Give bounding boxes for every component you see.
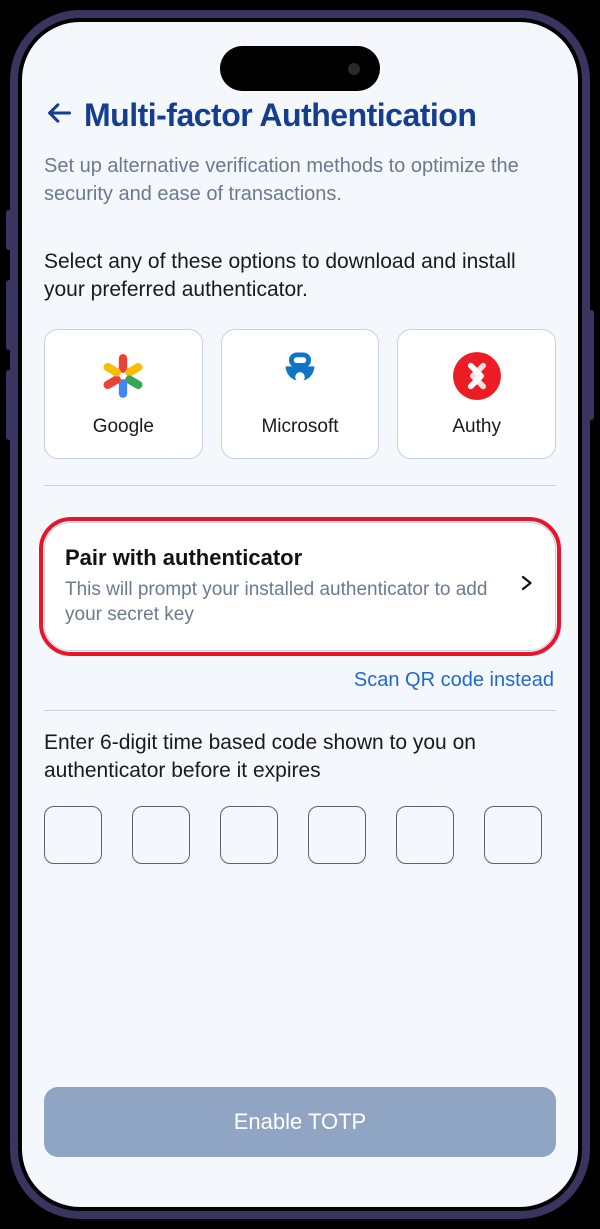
code-digit-input[interactable] [44,806,102,864]
code-digit-input[interactable] [132,806,190,864]
apps-prompt: Select any of these options to download … [44,248,556,305]
enable-totp-button[interactable]: Enable TOTP [44,1087,556,1157]
code-prompt: Enter 6-digit time based code shown to y… [44,729,556,786]
authy-card[interactable]: Authy [397,329,556,459]
google-authenticator-icon [97,350,149,402]
microsoft-authenticator-card[interactable]: Microsoft [221,329,380,459]
power-button [588,310,594,420]
code-digit-input[interactable] [308,806,366,864]
divider [44,485,556,486]
page-title: Multi-factor Authentication [84,97,476,134]
back-arrow-icon[interactable] [44,99,74,132]
divider [44,710,556,711]
google-authenticator-card[interactable]: Google [44,329,203,459]
pair-authenticator-card[interactable]: Pair with authenticator This will prompt… [44,522,556,651]
pair-description: This will prompt your installed authenti… [65,577,505,628]
volume-up-button [6,280,12,350]
authenticator-apps-row: Google Microsoft [44,329,556,459]
code-input-row [44,806,556,864]
app-name-label: Microsoft [261,416,338,438]
authy-icon [451,350,503,402]
chevron-right-icon [517,571,535,602]
app-name-label: Authy [452,416,501,438]
page-subtitle: Set up alternative verification methods … [44,152,556,208]
code-digit-input[interactable] [484,806,542,864]
app-name-label: Google [93,416,154,438]
pair-title: Pair with authenticator [65,545,505,571]
side-button [6,210,12,250]
code-digit-input[interactable] [220,806,278,864]
dynamic-island [220,46,380,91]
microsoft-authenticator-icon [274,350,326,402]
phone-frame: Multi-factor Authentication Set up alter… [10,10,590,1219]
scan-qr-link[interactable]: Scan QR code instead [44,669,554,692]
code-digit-input[interactable] [396,806,454,864]
phone-screen: Multi-factor Authentication Set up alter… [18,18,582,1211]
volume-down-button [6,370,12,440]
